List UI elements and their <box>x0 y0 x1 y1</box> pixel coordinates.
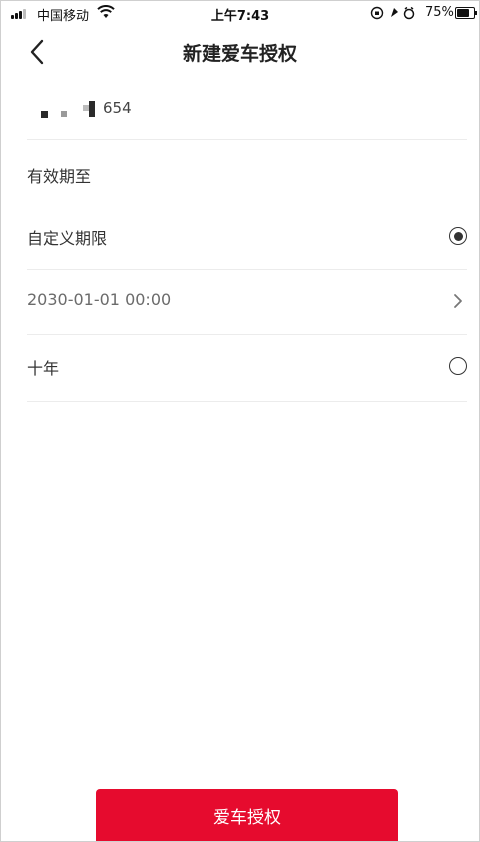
radio-unselected-icon[interactable] <box>449 357 467 375</box>
mosaic-block <box>89 101 95 117</box>
mosaic-block <box>61 111 67 117</box>
option-label: 十年 <box>27 359 60 378</box>
nav-bar: 新建爱车授权 <box>1 29 479 73</box>
battery-level <box>457 9 469 17</box>
location-icon <box>391 8 398 17</box>
battery-percent: 75% <box>425 5 454 20</box>
expiry-date-value: 2030-01-01 00:00 <box>27 290 172 309</box>
alarm-icon <box>403 6 415 20</box>
radio-selected-icon[interactable] <box>449 227 467 245</box>
plate-number-row: 654 <box>27 93 467 140</box>
mosaic-block <box>41 111 48 118</box>
status-bar: 中国移动 上午7:43 75% <box>1 1 479 25</box>
plate-number-text: 654 <box>103 99 132 117</box>
expiry-date-selector[interactable]: 2030-01-01 00:00 <box>27 270 467 335</box>
app-frame: 中国移动 上午7:43 75% 新建爱车授权 654 有效期至 自定义期限 20… <box>0 0 480 842</box>
status-icons <box>370 6 415 20</box>
orientation-lock-icon <box>370 6 384 20</box>
section-title: 有效期至 <box>27 167 92 186</box>
battery-icon <box>455 7 477 19</box>
option-ten-years[interactable]: 十年 <box>27 335 467 402</box>
page-title: 新建爱车授权 <box>182 43 297 65</box>
submit-authorization-button[interactable]: 爱车授权 <box>96 789 398 841</box>
radio-dot <box>453 231 463 241</box>
option-label: 自定义期限 <box>27 229 108 248</box>
option-custom-term[interactable]: 自定义期限 <box>27 205 467 270</box>
chevron-right-icon <box>454 294 462 308</box>
